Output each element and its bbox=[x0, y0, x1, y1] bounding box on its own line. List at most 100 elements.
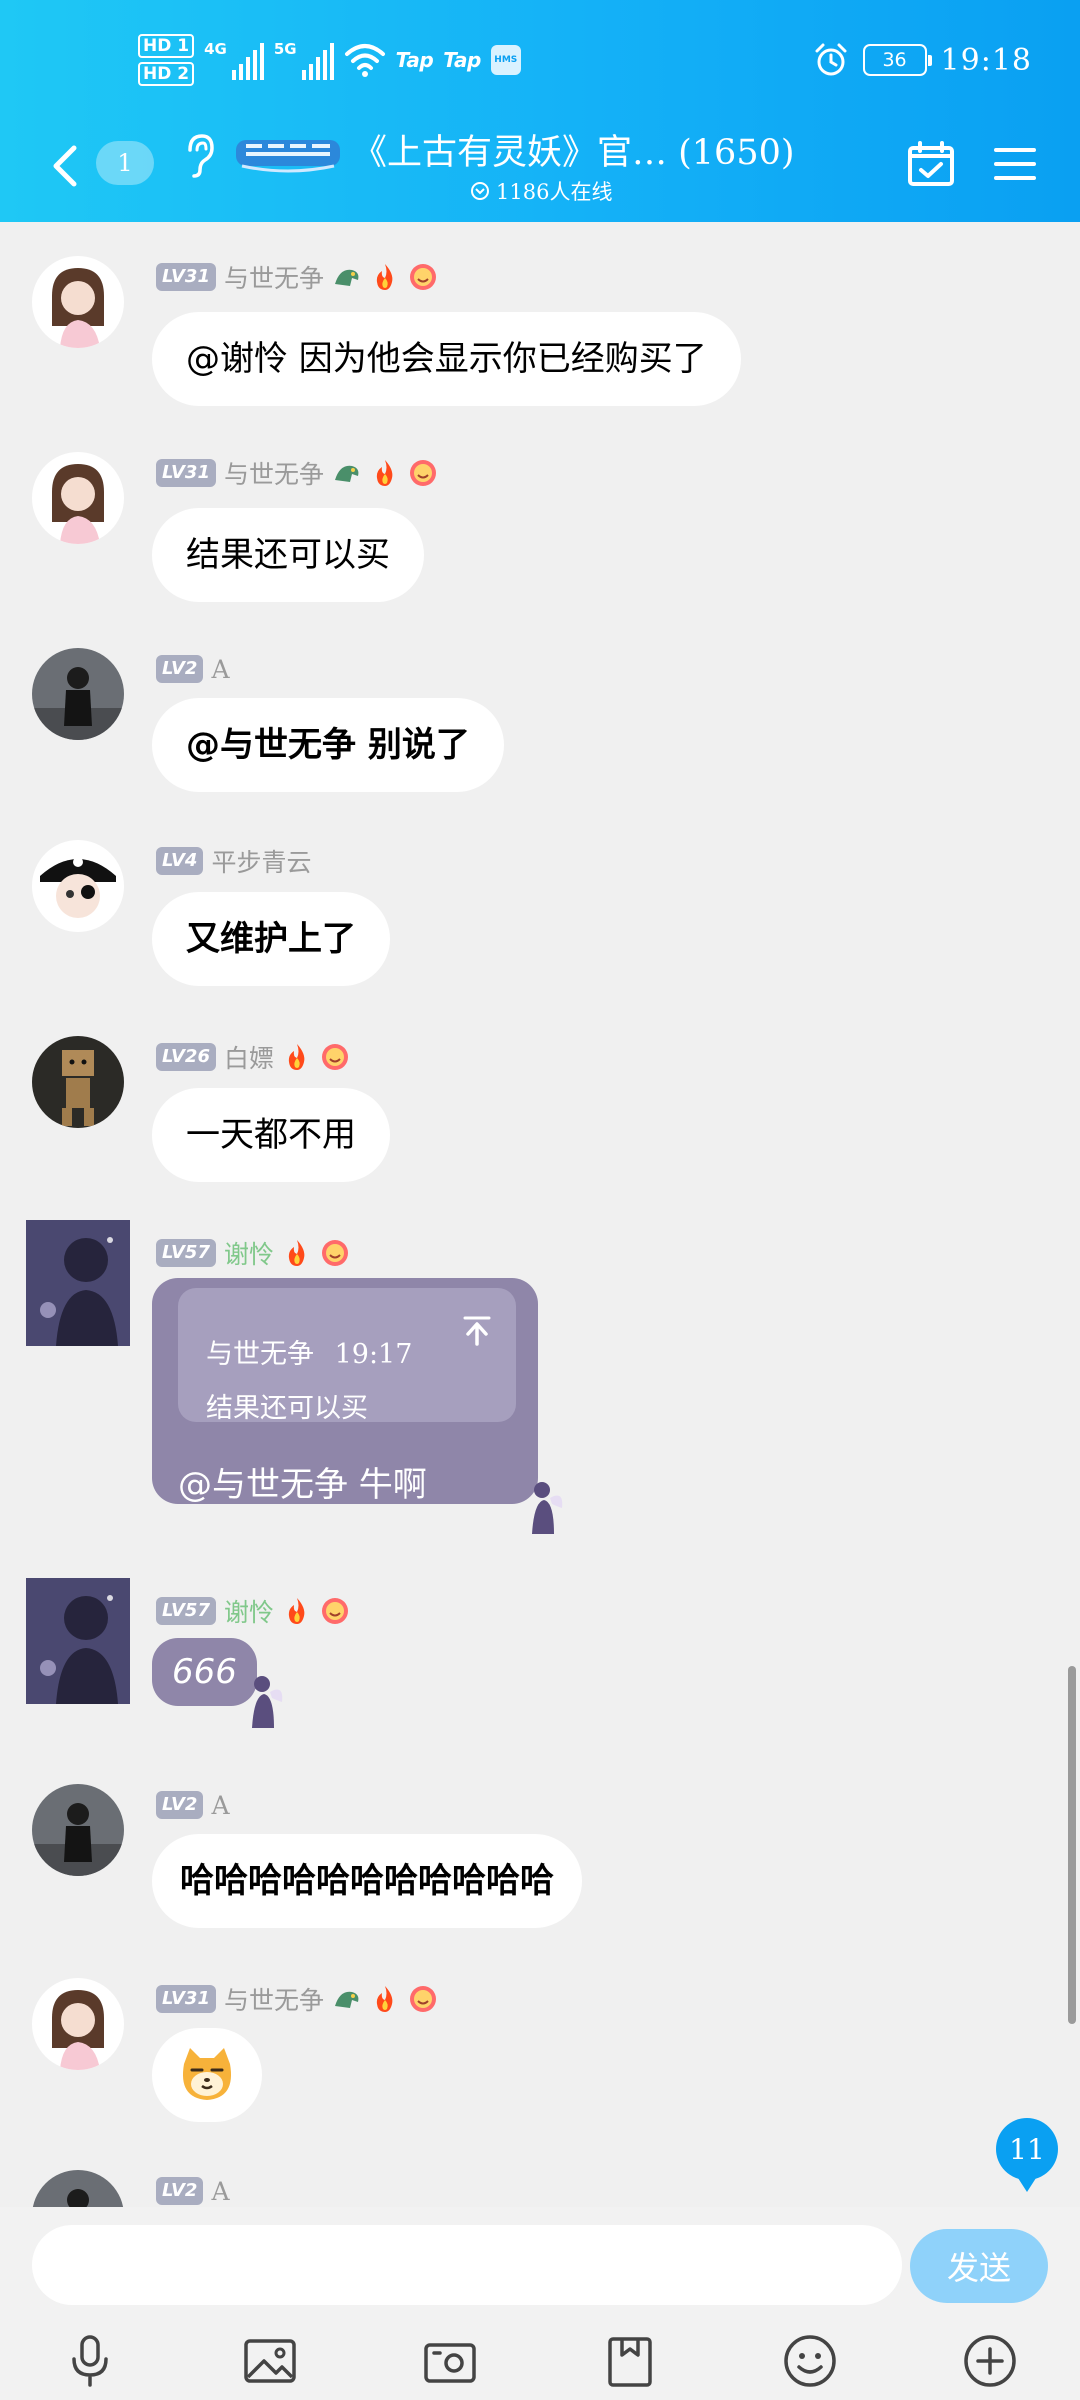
message-item: LV31 与世无争 @谢怜 因为他会显示你已经购买了 bbox=[0, 224, 1080, 420]
level-badge: LV2 bbox=[156, 2177, 204, 2205]
avatar[interactable] bbox=[32, 840, 124, 932]
avatar[interactable] bbox=[32, 648, 124, 740]
message-meta: LV26 白嫖 bbox=[156, 1040, 350, 1074]
hd1-indicator: HD 1 bbox=[138, 34, 195, 58]
level-badge: LV26 bbox=[156, 1043, 216, 1071]
smile-badge-icon bbox=[410, 1986, 436, 2012]
send-button[interactable]: 发送 bbox=[910, 2229, 1048, 2303]
sender-name[interactable]: 与世无争 bbox=[224, 455, 324, 491]
fire-badge-icon bbox=[376, 1986, 393, 2012]
message-item: LV31 与世无争 结果还可以买 bbox=[0, 420, 1080, 616]
file-button[interactable] bbox=[600, 2331, 660, 2391]
fire-badge-icon bbox=[288, 1044, 305, 1070]
cat-face-emoji bbox=[182, 2048, 232, 2100]
message-bubble[interactable]: 结果还可以买 bbox=[152, 508, 424, 602]
message-list[interactable]: LV31 与世无争 @谢怜 因为他会显示你已经购买了 LV31 与世无争 结果还… bbox=[0, 222, 1080, 2207]
reply-text: @与世无争 牛啊 bbox=[178, 1465, 427, 1505]
level-badge: LV2 bbox=[156, 655, 204, 683]
sender-name[interactable]: A bbox=[211, 2177, 229, 2206]
emoji-button[interactable] bbox=[780, 2331, 840, 2391]
sender-name[interactable]: A bbox=[211, 655, 229, 684]
calendar-check-icon[interactable] bbox=[906, 140, 956, 188]
sender-name[interactable]: 白嫖 bbox=[224, 1039, 274, 1075]
hms-icon: HMS bbox=[490, 45, 521, 75]
wifi-icon bbox=[344, 44, 385, 77]
sender-name[interactable]: 与世无争 bbox=[224, 259, 324, 295]
menu-icon[interactable] bbox=[994, 144, 1036, 184]
emoji-message-bubble[interactable] bbox=[152, 2028, 262, 2122]
avatar[interactable] bbox=[26, 1220, 130, 1346]
level-badge: LV57 bbox=[156, 1597, 216, 1625]
avatar[interactable] bbox=[32, 452, 124, 544]
avatar[interactable] bbox=[32, 2170, 124, 2207]
message-meta: LV2 A bbox=[156, 2174, 230, 2207]
avatar[interactable] bbox=[26, 1578, 130, 1704]
message-item: LV26 白嫖 一天都不用 bbox=[0, 1004, 1080, 1200]
microphone-icon bbox=[72, 2335, 108, 2387]
message-item: LV31 与世无争 bbox=[0, 1946, 1080, 2140]
message-item: LV2 A @与世无争 别说了 bbox=[0, 616, 1080, 808]
sender-name[interactable]: 谢怜 bbox=[224, 1235, 274, 1271]
message-meta: LV2 A bbox=[156, 652, 230, 686]
message-item: LV4 平步青云 又维护上了 bbox=[0, 808, 1080, 1004]
hd2-indicator: HD 2 bbox=[138, 62, 195, 86]
avatar[interactable] bbox=[32, 1036, 124, 1128]
message-bubble[interactable]: 又维护上了 bbox=[152, 892, 390, 986]
signal-4g-icon: 4G bbox=[204, 40, 264, 80]
emoji-icon bbox=[784, 2335, 836, 2387]
online-count[interactable]: 1186人在线 bbox=[470, 176, 612, 206]
file-icon bbox=[608, 2337, 652, 2387]
level-badge: LV31 bbox=[156, 459, 216, 487]
level-badge: LV57 bbox=[156, 1239, 216, 1267]
unread-count-badge[interactable]: 1 bbox=[96, 141, 154, 185]
message-item: LV2 A bbox=[0, 2140, 1080, 2207]
avatar[interactable] bbox=[32, 1784, 124, 1876]
alarm-icon bbox=[815, 43, 847, 76]
reply-message-bubble[interactable]: 与世无争 19:17 结果还可以买 @与世无争 牛啊 bbox=[152, 1278, 538, 1505]
avatar[interactable] bbox=[32, 1978, 124, 2070]
back-arrow-icon[interactable] bbox=[48, 142, 84, 190]
ear-icon[interactable] bbox=[182, 130, 216, 180]
network-label-5g: 5G bbox=[273, 40, 297, 58]
plus-icon bbox=[964, 2335, 1016, 2387]
message-bubble[interactable]: @与世无争 别说了 bbox=[152, 698, 504, 792]
more-button[interactable] bbox=[960, 2331, 1020, 2391]
camera-icon bbox=[424, 2343, 476, 2383]
dragon-badge-icon bbox=[335, 269, 359, 286]
message-input[interactable] bbox=[32, 2225, 902, 2305]
quoted-message[interactable]: 与世无争 19:17 结果还可以买 bbox=[178, 1288, 516, 1424]
fire-badge-icon bbox=[376, 264, 393, 290]
sender-name[interactable]: A bbox=[211, 1791, 229, 1820]
message-meta: LV57 谢怜 bbox=[156, 1236, 350, 1270]
level-badge: LV4 bbox=[156, 847, 204, 875]
camera-button[interactable] bbox=[420, 2331, 480, 2391]
battery-icon: 36 bbox=[862, 44, 932, 76]
fairy-decoration-icon bbox=[532, 1482, 563, 1534]
fairy-decoration-icon bbox=[252, 1676, 283, 1728]
level-badge: LV31 bbox=[156, 1985, 216, 2013]
sender-name[interactable]: 与世无争 bbox=[224, 1981, 324, 2017]
jump-to-top-icon[interactable] bbox=[460, 1314, 494, 1348]
smile-badge-icon bbox=[322, 1044, 348, 1070]
voice-button[interactable] bbox=[60, 2331, 120, 2391]
image-button[interactable] bbox=[240, 2331, 300, 2391]
sender-name[interactable]: 平步青云 bbox=[211, 843, 311, 879]
message-bubble[interactable]: 一天都不用 bbox=[152, 1088, 390, 1182]
chat-header: HD 1 HD 2 4G 5G Tap Tap HMS 36 19:18 1 《… bbox=[0, 0, 1080, 222]
hd-indicators: HD 1 HD 2 bbox=[138, 34, 195, 86]
scrollbar[interactable] bbox=[1068, 1666, 1076, 2024]
message-meta: LV57 谢怜 bbox=[156, 1594, 350, 1628]
avatar[interactable] bbox=[32, 256, 124, 348]
message-bubble[interactable]: @谢怜 因为他会显示你已经购买了 bbox=[152, 312, 741, 406]
message-bubble[interactable]: 哈哈哈哈哈哈哈哈哈哈哈 bbox=[152, 1834, 582, 1928]
battery-level: 36 bbox=[882, 49, 907, 71]
chat-title[interactable]: 《上古有灵妖》官… (1650) bbox=[352, 124, 795, 175]
smile-badge-icon bbox=[410, 264, 436, 290]
fire-badge-icon bbox=[288, 1240, 305, 1266]
smile-badge-icon bbox=[410, 460, 436, 486]
sender-name[interactable]: 谢怜 bbox=[224, 1593, 274, 1629]
message-meta: LV31 与世无争 bbox=[156, 260, 438, 294]
new-messages-badge[interactable]: 11 bbox=[996, 2118, 1058, 2192]
smile-badge-icon bbox=[322, 1240, 348, 1266]
online-count-text: 1186人在线 bbox=[496, 180, 613, 204]
